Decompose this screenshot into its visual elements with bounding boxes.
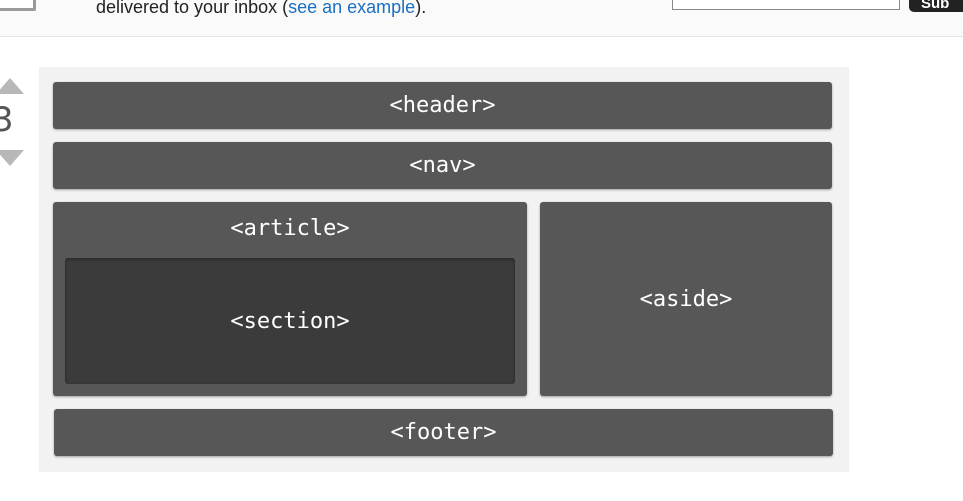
newsletter-bar: delivered to your inbox (see an example)…	[0, 0, 963, 37]
vote-widget: 3	[0, 78, 24, 168]
email-field[interactable]	[672, 0, 900, 10]
partial-box	[0, 0, 36, 11]
header-block: <header>	[53, 82, 832, 129]
html5-layout-diagram: <header> <nav> <article> <section> <asid…	[39, 67, 849, 472]
newsletter-text-after: ).	[415, 0, 427, 17]
vote-count: 3	[0, 100, 14, 140]
upvote-arrow-icon[interactable]	[0, 78, 24, 94]
see-example-link[interactable]: see an example	[288, 0, 415, 17]
newsletter-text-before: delivered to your inbox (	[96, 0, 289, 17]
newsletter-text: delivered to your inbox (see an example)…	[96, 0, 426, 18]
footer-block: <footer>	[54, 409, 833, 456]
downvote-arrow-icon[interactable]	[0, 150, 24, 166]
submit-button[interactable]: Sub	[909, 0, 963, 12]
section-block: <section>	[65, 258, 515, 384]
aside-block: <aside>	[540, 202, 832, 396]
nav-block: <nav>	[53, 142, 832, 189]
